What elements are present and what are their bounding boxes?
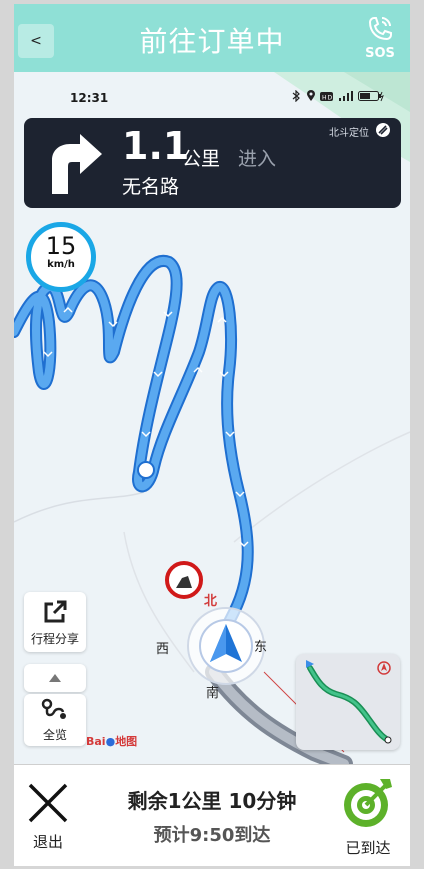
speed-value: 15 — [45, 232, 77, 260]
share-icon — [44, 600, 67, 623]
triangle-up-icon — [49, 674, 61, 682]
phone-sos-icon — [368, 17, 392, 41]
turn-distance: 1.1 — [122, 124, 190, 168]
speed-unit: km/h — [47, 259, 75, 270]
map-collapse-button[interactable] — [24, 664, 86, 692]
svg-text:HD: HD — [322, 95, 333, 102]
turn-right-arrow-icon — [52, 134, 102, 194]
trip-share-label: 行程分享 — [30, 632, 79, 646]
hd-icon: HD — [320, 92, 333, 102]
route-overview-label: 全览 — [42, 728, 67, 742]
baidu-map-logo: Bai●地图 — [86, 735, 138, 748]
route-overview-button[interactable]: 全览 — [24, 694, 86, 746]
arrived-label: 已到达 — [345, 839, 391, 857]
minimap-route — [306, 660, 392, 744]
status-icons: HD — [291, 89, 384, 105]
sos-label: SOS — [365, 46, 395, 61]
trip-share-button[interactable]: 行程分享 — [24, 592, 86, 652]
page-title: 前往订单中 — [139, 25, 285, 58]
compass-west: 西 — [156, 642, 170, 657]
arrived-button[interactable]: 已到达 — [338, 775, 398, 861]
turn-action: 进入 — [238, 148, 277, 170]
compass-east: 东 — [254, 640, 268, 655]
compass-north: 北 — [204, 594, 218, 609]
baidu-paw-icon: ● — [105, 735, 116, 748]
positioning-label: 北斗定位 — [329, 128, 369, 139]
navigation-map[interactable]: 北 西 东 南 12:31 HD 1.1 公里 进入 无名路 北斗定位 15 k… — [14, 72, 410, 764]
location-icon — [306, 90, 315, 101]
turn-distance-unit: 公里 — [182, 148, 221, 170]
target-arrow-icon — [344, 779, 392, 827]
route-minimap[interactable] — [296, 654, 400, 750]
battery-icon — [358, 91, 384, 102]
bluetooth-icon — [292, 89, 300, 103]
trip-bottom-bar: 退出 剩余1公里 10分钟 预计9:50到达 已到达 — [14, 764, 410, 866]
road-name: 无名路 — [122, 176, 180, 198]
speed-gauge: 15 km/h — [26, 222, 96, 292]
app-header: < 前往订单中 SOS — [14, 4, 410, 72]
turn-instruction-panel: 1.1 公里 进入 无名路 北斗定位 — [24, 118, 401, 208]
status-time: 12:31 — [70, 91, 109, 105]
phone-screen: < 前往订单中 SOS 北 西 东 南 12:31 HD 1.1 公里 进入 无… — [14, 4, 410, 866]
signal-icon — [338, 91, 353, 101]
route-overview-icon — [41, 698, 66, 719]
status-bar: 12:31 HD — [14, 89, 410, 108]
compass-south: 南 — [206, 686, 220, 701]
sos-button[interactable]: SOS — [360, 14, 400, 66]
minimap-end-icon — [384, 736, 392, 744]
beidou-satellite-icon — [376, 123, 390, 137]
